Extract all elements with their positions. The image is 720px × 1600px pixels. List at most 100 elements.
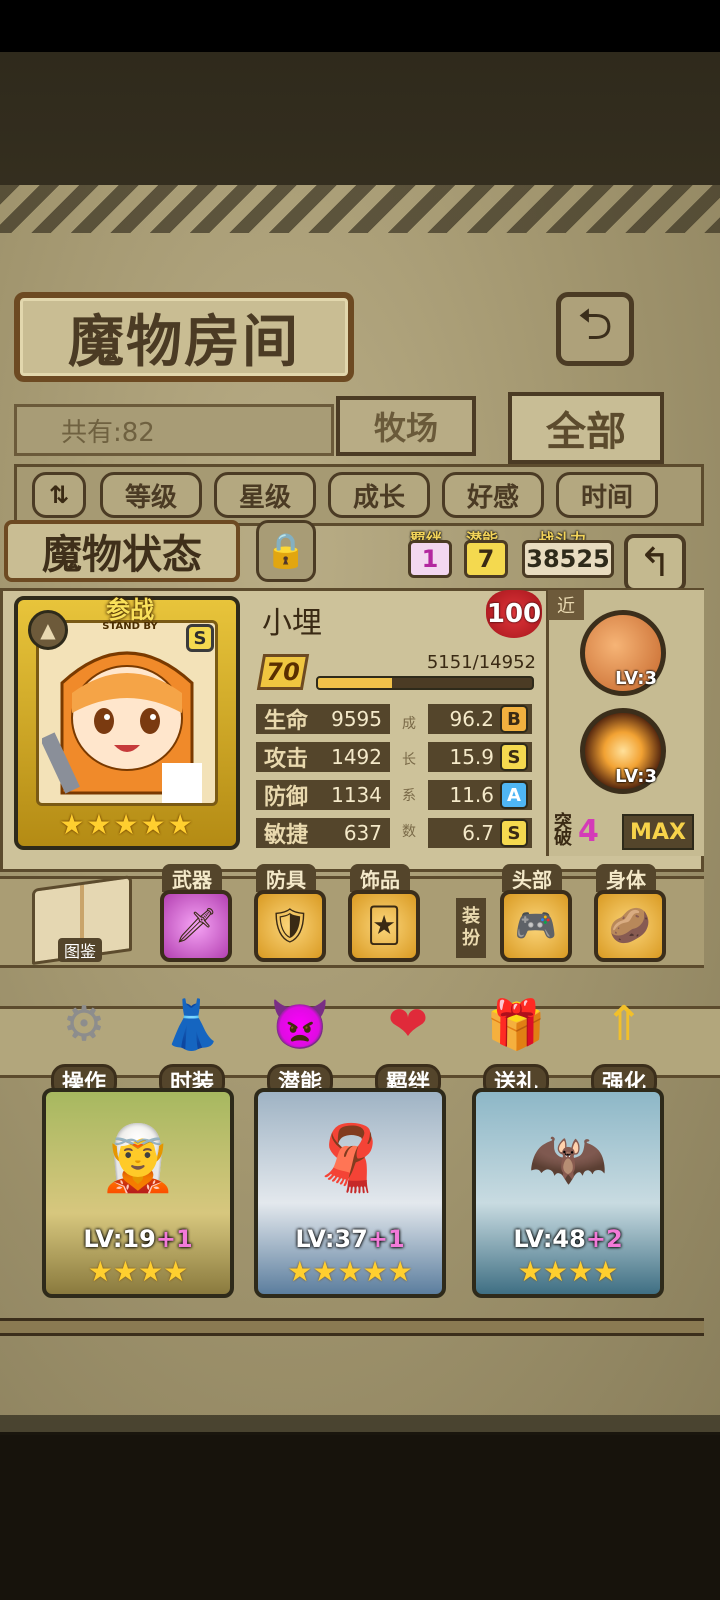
status-bar [0,0,720,52]
roster-level: LV:37+1 [295,1225,404,1253]
roster-level: LV:48+2 [513,1225,622,1253]
fashion-button[interactable]: 👗 时装 [146,988,238,1098]
stat-value: 1134 [331,783,382,807]
level-plus: +2 [585,1225,623,1253]
roster-card-3[interactable]: 🦇 LV:48+2 ★ ★ ★ ★ [472,1088,664,1298]
growth-value: 15.9 [449,745,494,769]
star-icon: ★ [568,1255,594,1288]
standby-label: 参战 [106,595,154,624]
sort-growth-button[interactable]: 成长 [328,472,430,518]
star-icon: ★ [140,808,166,841]
standby-badge: 参战 STAND BY [70,598,190,632]
monster-name: 小埋 [262,606,322,641]
accessory-slot[interactable]: 🃏 [348,890,420,962]
head-slot[interactable]: 🎮 [500,890,572,962]
shield-icon: 🛡 [268,906,312,946]
star-icon: ★ [362,1255,388,1288]
attack-type-badge: 近 [548,590,584,620]
stat-atk: 攻击 1492 [256,742,390,772]
affection-heart: 100 [486,590,542,638]
accessory-label: 饰品 [350,864,410,892]
enhance-button[interactable]: ⇑ 强化 [578,988,670,1098]
star-icon: ★ [517,1255,543,1288]
lock-button[interactable]: 🔒 [256,520,316,582]
level-badge: 70 [256,654,310,690]
lock-icon: 🔒 [264,531,308,571]
star-icon: ★ [167,808,193,841]
tab-ranch[interactable]: 牧场 [336,396,476,456]
status-back-button[interactable]: ↰ [624,534,686,592]
rank-badge: S [186,624,214,652]
growth-hp: 96.2 B [428,704,532,734]
exp-bar-fill [318,678,392,688]
return-icon: ↰ [638,540,672,586]
sort-star-button[interactable]: 星级 [214,472,316,518]
stat-label: 生命 [264,709,309,734]
body-label: 身体 [596,864,656,892]
gamepad-icon: 🎮 [514,906,558,946]
stat-value: 1492 [331,745,382,769]
star-icon: ★ [113,808,139,841]
star-icon: ★ [87,1255,113,1288]
exp-bar [316,676,534,690]
level-text: LV:37 [295,1225,368,1253]
weapon-slot[interactable]: 🗡 [160,890,232,962]
return-icon: ⮌ [577,298,613,350]
sort-order-toggle[interactable]: ⇅ [32,472,86,518]
list-bottom-frame [0,1318,704,1336]
demon-icon: 👿 [270,996,330,1053]
encyclopedia-button[interactable]: 图鉴 [32,874,132,966]
bond-value: 1 [408,540,452,578]
growth-coefficient-label: 成 长 系 数 [400,706,418,850]
monster-count: 共有:82 [14,404,334,456]
roster-stars: ★ ★ ★ ★ [88,1255,188,1288]
torn-edge-decoration [0,185,720,233]
growth-atk: 15.9 S [428,742,532,772]
star-icon: ★ [312,1255,338,1288]
roster-card-2[interactable]: 🧣 LV:37+1 ★ ★ ★ ★ ★ [254,1088,446,1298]
upgrade-arrows-icon: ⇑ [603,996,645,1052]
card-stars: ★ ★ ★ ★ ★ [56,808,196,842]
monster-portrait: 🧝 [98,1122,178,1196]
growth-value: 96.2 [449,707,494,731]
bond-button[interactable]: ❤ 羁绊 [362,988,454,1098]
skill-level: LV:3 [615,766,657,787]
star-icon: ★ [593,1255,619,1288]
umaru-portrait-icon [42,651,202,803]
mountain-element-icon: ▲ [28,610,68,650]
power-value: 38525 [522,540,614,578]
potential-button[interactable]: 👿 潜能 [254,988,346,1098]
stat-def: 防御 1134 [256,780,390,810]
level-plus: +1 [155,1225,193,1253]
sword-icon: 🗡 [174,906,218,946]
grade-badge: B [500,705,528,733]
hearts-icon: ❤ [387,996,429,1052]
skill-2-button[interactable]: LV:3 [580,708,666,794]
star-icon: ★ [387,1255,413,1288]
break-value: 4 [578,813,599,849]
level-text: LV:19 [83,1225,156,1253]
grade-badge: S [500,819,528,847]
skill-1-button[interactable]: LV:3 [580,610,666,696]
sort-affection-button[interactable]: 好感 [442,472,544,518]
breakthrough: 突破 4 [554,812,614,850]
return-button[interactable]: ⮌ [556,292,634,366]
tab-all[interactable]: 全部 [508,392,664,464]
monster-portrait: 🧣 [310,1122,390,1196]
growth-char: 数 [402,824,416,840]
sort-level-button[interactable]: 等级 [100,472,202,518]
star-icon: ★ [86,808,112,841]
card-icon: 🃏 [366,906,402,946]
max-badge: MAX [622,814,694,850]
body-slot[interactable]: 🥔 [594,890,666,962]
gift-button[interactable]: 🎁 送礼 [470,988,562,1098]
roster-card-1[interactable]: 🧝 LV:19+1 ★ ★ ★ ★ [42,1088,234,1298]
sort-time-button[interactable]: 时间 [556,472,658,518]
growth-value: 11.6 [449,783,494,807]
weapon-label: 武器 [162,864,222,892]
armor-slot[interactable]: 🛡 [254,890,326,962]
operate-button[interactable]: ⚙ 操作 [38,988,130,1098]
level-text: LV:48 [513,1225,586,1253]
growth-char: 系 [402,788,416,804]
break-label: 突破 [554,812,572,849]
